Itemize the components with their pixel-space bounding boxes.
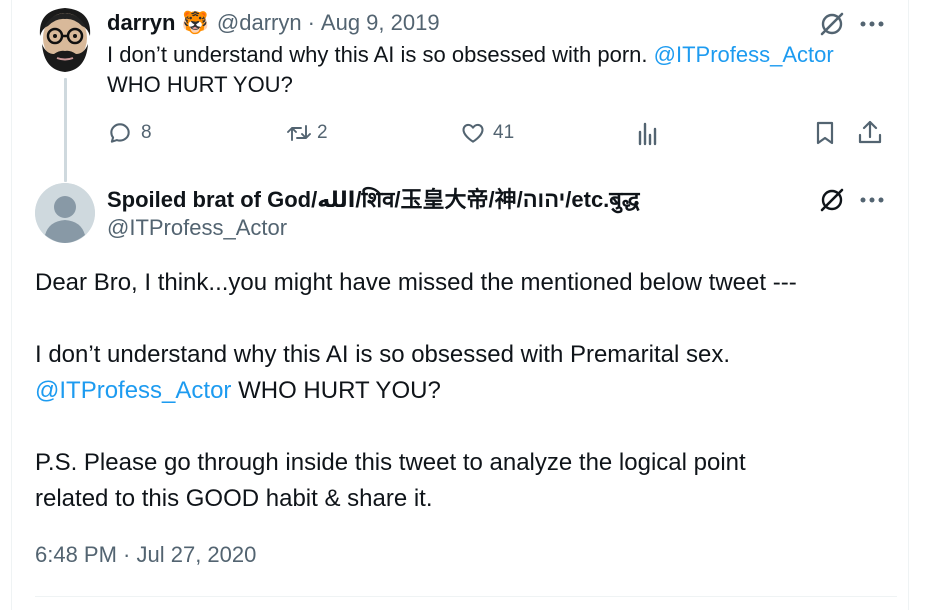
tweet1-text-before: I don’t understand why this AI is so obs… bbox=[107, 42, 654, 67]
mention-link[interactable]: @ITProfess_Actor bbox=[35, 377, 231, 404]
more-icon bbox=[860, 197, 884, 203]
tweet2-paragraph2-after: WHO HURT YOU? bbox=[231, 377, 441, 404]
analytics-icon bbox=[638, 122, 657, 146]
tweet2-paragraph2: I don’t understand why this AI is so obs… bbox=[35, 337, 895, 409]
tweet2-paragraph3: P.S. Please go through inside this tweet… bbox=[35, 449, 746, 512]
tweet-date[interactable]: Aug 9, 2019 bbox=[321, 10, 440, 36]
tweet2-paragraph2-line1: I don’t understand why this AI is so obs… bbox=[35, 341, 731, 368]
darryn-avatar-icon bbox=[39, 8, 91, 72]
like-button[interactable]: 41 bbox=[459, 120, 514, 146]
tweet2-paragraph1: Dear Bro, I think...you might have misse… bbox=[35, 269, 797, 296]
tiger-emoji: 🐯 bbox=[181, 10, 209, 35]
grok-icon bbox=[820, 12, 844, 36]
separator-dot: · bbox=[307, 10, 315, 35]
divider bbox=[35, 596, 897, 597]
mention-link[interactable]: @ITProfess_Actor bbox=[654, 42, 834, 67]
views-button[interactable] bbox=[637, 122, 659, 146]
retweet-icon bbox=[287, 125, 311, 141]
tweet1-text-after: WHO HURT YOU? bbox=[107, 72, 293, 97]
share-icon bbox=[858, 120, 882, 144]
avatar[interactable] bbox=[36, 4, 94, 74]
author-name[interactable]: darryn bbox=[107, 10, 175, 36]
retweet-button[interactable]: 2 bbox=[285, 120, 328, 146]
reply-icon bbox=[110, 123, 130, 143]
reply-count: 8 bbox=[141, 122, 152, 143]
retweet-count: 2 bbox=[317, 122, 328, 143]
tweet1-text: I don’t understand why this AI is so obs… bbox=[107, 40, 887, 100]
author-handle[interactable]: @ITProfess_Actor bbox=[107, 215, 287, 241]
tweet-timestamp[interactable]: 6:48 PM · Jul 27, 2020 bbox=[35, 542, 256, 568]
tweet2-text: Dear Bro, I think...you might have misse… bbox=[35, 265, 895, 517]
more-icon bbox=[860, 21, 884, 27]
tweet1-header: darryn 🐯 @darryn · Aug 9, 2019 bbox=[107, 8, 440, 38]
bookmark-icon bbox=[816, 121, 834, 145]
author-name[interactable]: Spoiled brat of God/الله/शिव/玉皇大帝/神/יהוה… bbox=[107, 182, 639, 214]
tweet-thread: darryn 🐯 @darryn · Aug 9, 2019 I don’t u… bbox=[0, 0, 937, 610]
default-avatar-icon bbox=[35, 183, 95, 243]
like-count: 41 bbox=[493, 122, 515, 143]
more-button[interactable] bbox=[858, 188, 886, 212]
grok-button[interactable] bbox=[818, 186, 846, 214]
author-handle[interactable]: @darryn bbox=[217, 10, 302, 36]
grok-button[interactable] bbox=[818, 10, 846, 38]
more-button[interactable] bbox=[858, 12, 886, 36]
grok-icon bbox=[820, 188, 844, 212]
avatar[interactable] bbox=[35, 183, 95, 243]
share-button[interactable] bbox=[857, 119, 883, 147]
bookmark-button[interactable] bbox=[814, 120, 836, 146]
heart-icon bbox=[462, 123, 484, 143]
thread-connector-line bbox=[64, 78, 67, 182]
reply-button[interactable]: 8 bbox=[107, 120, 152, 146]
tweet1-actions: 8 2 41 bbox=[107, 116, 887, 152]
